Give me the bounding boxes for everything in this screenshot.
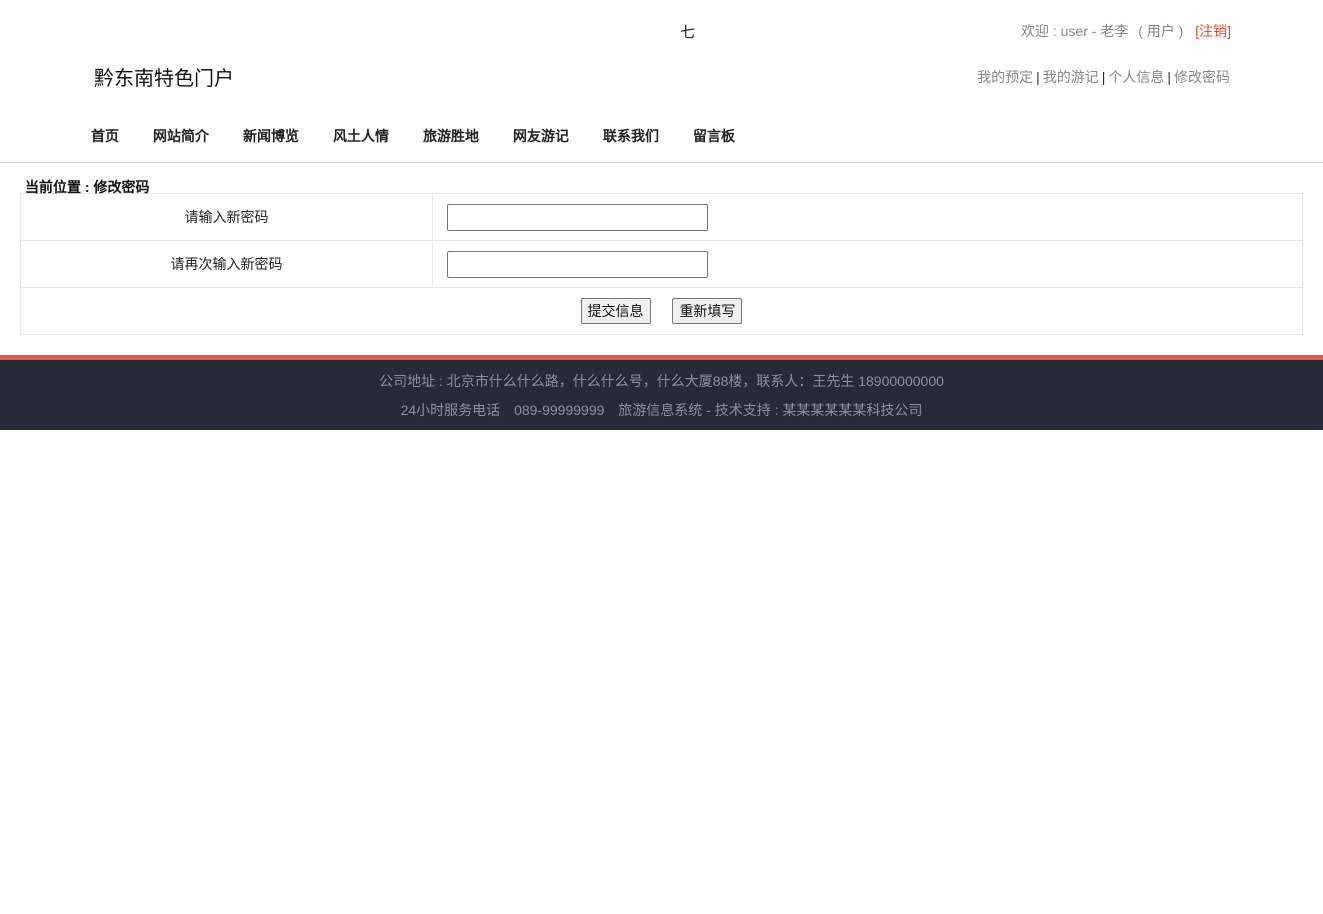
- footer-address: 公司地址 : 北京市什么什么路，什么什么号，什么大厦88楼，联系人：王先生 18…: [379, 373, 944, 389]
- main-content: 当前位置 : 修改密码 请输入新密码 请再次输入新密码 提交信息 重新填写: [0, 163, 1323, 335]
- confirm-password-label: 请再次输入新密码: [20, 240, 433, 288]
- new-password-cell: [432, 193, 1303, 241]
- form-actions: 提交信息 重新填写: [20, 287, 1303, 335]
- hotline-label: 24小时服务电话: [400, 402, 501, 418]
- nav-item-home[interactable]: 首页: [91, 126, 119, 146]
- change-password-link[interactable]: 修改密码: [1174, 69, 1230, 85]
- nav-item-customs[interactable]: 风土人情: [333, 126, 389, 146]
- welcome-text: 欢迎 : user - 老李: [1020, 23, 1129, 39]
- nav-item-travelogues[interactable]: 网友游记: [513, 126, 569, 146]
- form-row: 请输入新密码: [20, 193, 1303, 241]
- logout-link[interactable]: [注销]: [1195, 23, 1231, 39]
- page-header: 七 欢迎 : user - 老李 ( 用户 ) [注销] 黔东南特色门户 我的预…: [0, 0, 1323, 163]
- breadcrumb: 当前位置 : 修改密码: [25, 179, 150, 195]
- form-row: 请再次输入新密码: [20, 240, 1303, 288]
- confirm-password-input[interactable]: [447, 250, 708, 278]
- footer-info: 24小时服务电话 089-99999999 旅游信息系统 - 技术支持 : 某某…: [0, 400, 1323, 429]
- nav-item-about[interactable]: 网站简介: [153, 126, 209, 146]
- link-separator: |: [1101, 69, 1106, 85]
- nav-item-contact[interactable]: 联系我们: [603, 126, 659, 146]
- link-separator: |: [1036, 69, 1040, 85]
- site-title: 黔东南特色门户: [94, 68, 234, 90]
- link-separator: |: [1167, 69, 1171, 85]
- confirm-password-cell: [432, 240, 1303, 288]
- my-travelogues-link[interactable]: 我的游记: [1043, 69, 1099, 85]
- main-nav: 首页 网站简介 新闻博览 风土人情 旅游胜地 网友游记 联系我们 留言板: [91, 126, 769, 146]
- my-reservations-link[interactable]: 我的预定: [977, 69, 1033, 85]
- nav-item-news[interactable]: 新闻博览: [243, 126, 299, 146]
- nav-item-guestbook[interactable]: 留言板: [693, 126, 735, 146]
- welcome-bar: 欢迎 : user - 老李 ( 用户 ) [注销]: [1021, 21, 1231, 41]
- hotline-number: 089-99999999: [514, 402, 605, 418]
- user-links: 我的预定 | 我的游记 | 个人信息 | 修改密码: [977, 67, 1230, 87]
- reset-button[interactable]: 重新填写: [672, 298, 743, 324]
- page-footer: 公司地址 : 北京市什么什么路，什么什么号，什么大厦88楼，联系人：王先生 18…: [0, 355, 1323, 430]
- user-role: ( 用户 ): [1138, 23, 1184, 39]
- change-password-form: 请输入新密码 请再次输入新密码 提交信息 重新填写: [20, 193, 1303, 335]
- nav-item-attractions[interactable]: 旅游胜地: [423, 126, 479, 146]
- header-glyph: 七: [680, 24, 696, 41]
- system-info: 旅游信息系统 - 技术支持 : 某某某某某某科技公司: [618, 402, 923, 418]
- personal-info-link[interactable]: 个人信息: [1108, 69, 1164, 85]
- submit-button[interactable]: 提交信息: [580, 298, 651, 324]
- new-password-input[interactable]: [447, 203, 708, 231]
- new-password-label: 请输入新密码: [20, 193, 433, 241]
- form-actions-row: 提交信息 重新填写: [20, 287, 1303, 335]
